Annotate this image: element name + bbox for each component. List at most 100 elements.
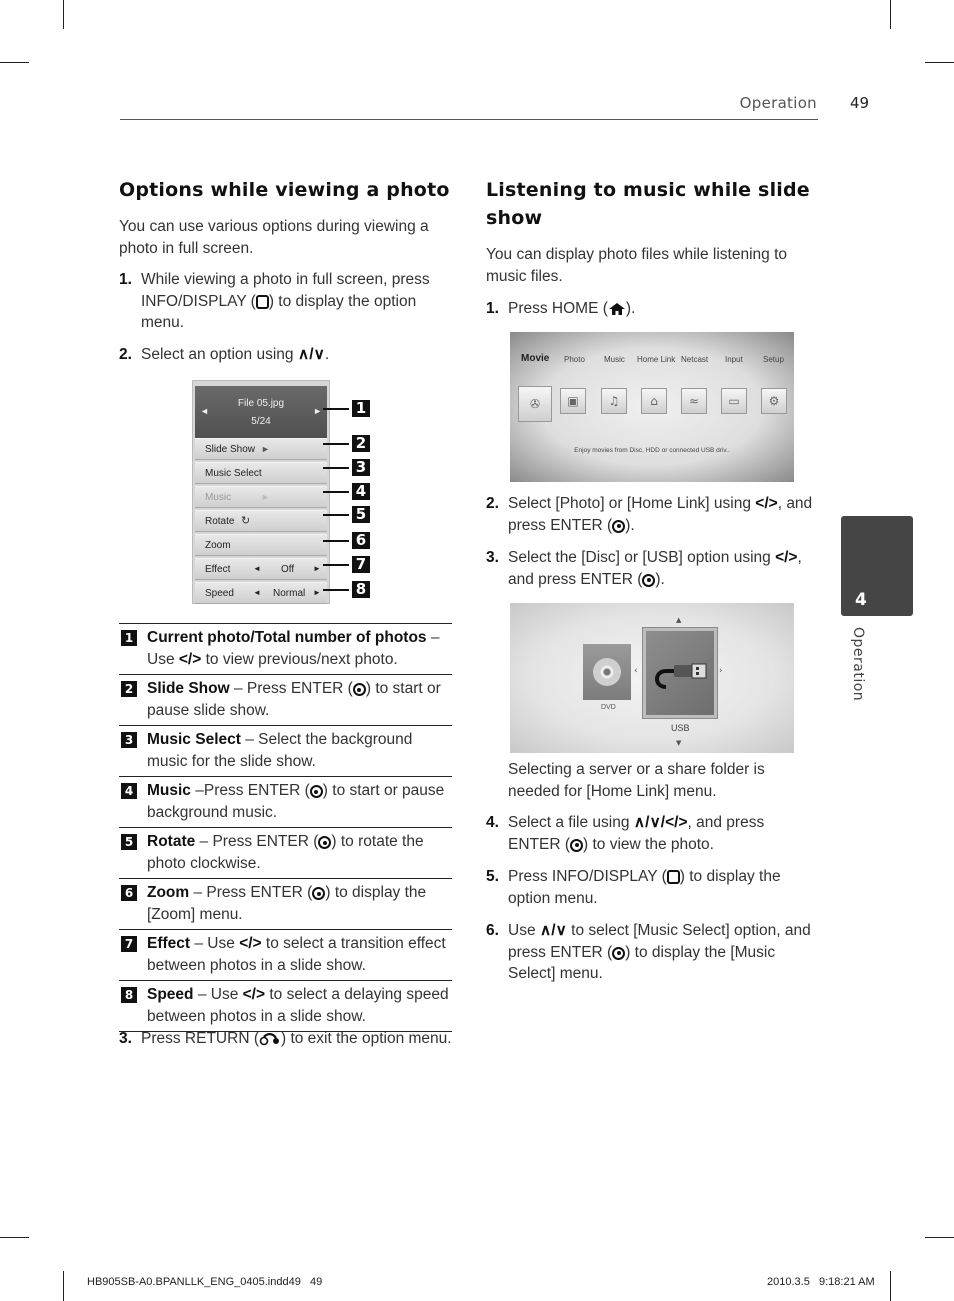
enter-icon xyxy=(312,887,326,900)
increase-arrow-icon[interactable]: ► xyxy=(313,588,321,597)
menu-row-rotate[interactable]: Rotate ↻ xyxy=(195,510,327,532)
crop-mark xyxy=(925,1237,954,1238)
step-6-right: 6. Use ∧/∨ to select [Music Select] opti… xyxy=(486,920,821,985)
legend-term: Current photo/Total number of photos xyxy=(147,629,427,646)
callout-line xyxy=(323,467,349,469)
home-menu-item-setup[interactable]: Setup xyxy=(763,355,784,364)
music-note-icon[interactable]: ♫ xyxy=(601,388,627,414)
callout-6: 6 xyxy=(352,532,370,549)
legend-number: 6 xyxy=(121,885,137,901)
photo-option-menu: ◄ File 05.jpg 5/24 ► Slide Show ► Music … xyxy=(192,380,330,604)
step-5-right: 5. Press INFO/DISPLAY () to display the … xyxy=(486,866,821,909)
chapter-tab-label: Operation xyxy=(848,627,868,717)
step-number: 3. xyxy=(486,549,499,566)
legend-number: 8 xyxy=(121,987,137,1003)
legend-row: 3 Music Select – Select the background m… xyxy=(119,725,452,776)
legend-row: 6 Zoom – Press ENTER () to display the [… xyxy=(119,878,452,929)
legend-desc: to view previous/next photo. xyxy=(201,650,398,668)
decrease-arrow-icon[interactable]: ◄ xyxy=(253,564,261,573)
info-display-icon xyxy=(666,870,680,884)
running-header-section: Operation xyxy=(739,94,817,112)
home-menu-item-home-link[interactable]: Home Link xyxy=(637,355,675,364)
step-text: Select [Photo] or [Home Link] using xyxy=(508,495,756,512)
left-right-arrows-icon: </> xyxy=(775,549,798,566)
menu-row-effect[interactable]: Effect ◄ Off ► xyxy=(195,558,327,580)
print-timestamp: 2010.3.5 9:18:21 AM xyxy=(767,1276,875,1288)
increase-arrow-icon[interactable]: ► xyxy=(313,564,321,573)
section-title-music-slideshow: Listening to music while slide show xyxy=(486,179,810,229)
menu-row-music-select[interactable]: Music Select xyxy=(195,462,327,484)
menu-row-label: Music Select xyxy=(205,468,262,479)
home-menu-item-music[interactable]: Music xyxy=(604,355,625,364)
crop-mark xyxy=(925,62,954,63)
menu-row-label: Slide Show xyxy=(205,444,256,455)
device-usb-selected[interactable] xyxy=(642,627,718,719)
step-text: ) to view the photo. xyxy=(583,835,714,853)
photo-info-header: ◄ File 05.jpg 5/24 ► xyxy=(195,386,327,438)
step-2-right: 2. Select [Photo] or [Home Link] using <… xyxy=(486,493,821,536)
step-text: Select a file using xyxy=(508,814,634,831)
callout-5: 5 xyxy=(352,506,370,523)
home-menu-item-photo[interactable]: Photo xyxy=(564,355,585,364)
home-link-icon[interactable]: ⌂ xyxy=(641,388,667,414)
home-menu-item-movie[interactable]: Movie xyxy=(521,353,549,364)
callout-line xyxy=(323,514,349,516)
intro-options: You can use various options during viewi… xyxy=(119,218,429,257)
crop-mark xyxy=(890,0,891,29)
callout-line xyxy=(323,564,349,566)
photo-icon[interactable]: ▣ xyxy=(560,388,586,414)
home-menu-screenshot: Movie Photo Music Home Link Netcast Inpu… xyxy=(510,332,794,482)
step-text: ). xyxy=(655,570,665,588)
step-number: 3. xyxy=(119,1030,132,1047)
enter-icon xyxy=(642,573,656,587)
menu-row-music[interactable]: Music ► xyxy=(195,486,327,508)
chapter-number: 4 xyxy=(855,590,867,610)
legend-row: 4 Music –Press ENTER () to start or paus… xyxy=(119,776,452,827)
home-menu-item-input[interactable]: Input xyxy=(725,355,743,364)
menu-row-zoom[interactable]: Zoom xyxy=(195,534,327,556)
left-right-arrows-icon: </> xyxy=(242,986,266,1003)
down-arrow-icon[interactable]: ▼ xyxy=(676,739,681,747)
netcast-icon[interactable]: ≈ xyxy=(681,388,707,414)
step-1-right: 1. Press HOME (). xyxy=(486,298,816,320)
legend-term: Effect xyxy=(147,935,191,952)
step-text: ). xyxy=(625,300,636,317)
legend-term: Speed xyxy=(147,986,194,1003)
legend-desc: –Press ENTER ( xyxy=(190,782,310,799)
info-display-icon xyxy=(255,294,269,309)
step-number: 5. xyxy=(486,868,499,885)
right-arrow-icon[interactable]: › xyxy=(719,666,723,676)
callout-3: 3 xyxy=(352,459,370,476)
left-right-arrows-icon: </> xyxy=(755,495,778,512)
photo-position: 5/24 xyxy=(251,416,271,427)
menu-row-speed[interactable]: Speed ◄ Normal ► xyxy=(195,582,327,604)
legend-term: Zoom xyxy=(147,884,190,901)
print-file-slug: HB905SB-A0.BPANLLK_ENG_0405.indd49 49 xyxy=(87,1276,323,1288)
device-dvd[interactable] xyxy=(583,644,631,700)
play-icon: ► xyxy=(261,492,270,502)
home-menu-item-netcast[interactable]: Netcast xyxy=(681,355,708,364)
legend-desc: – Press ENTER ( xyxy=(195,833,319,850)
legend-term: Slide Show xyxy=(147,680,230,697)
legend-term: Music xyxy=(147,782,191,799)
step-2: 2. Select an option using ∧/∨. xyxy=(119,344,454,366)
enter-icon xyxy=(318,836,332,849)
menu-row-slide-show[interactable]: Slide Show ► xyxy=(195,438,327,460)
input-icon[interactable]: ▭ xyxy=(721,388,747,414)
up-arrow-icon[interactable]: ▲ xyxy=(676,616,681,624)
left-arrow-icon[interactable]: ‹ xyxy=(634,666,638,676)
callout-line xyxy=(323,589,349,591)
legend-term: Rotate xyxy=(147,833,196,850)
callout-4: 4 xyxy=(352,483,370,500)
setup-gear-icon[interactable]: ⚙ xyxy=(761,388,787,414)
enter-icon xyxy=(612,946,626,960)
crop-mark xyxy=(890,1271,891,1301)
legend-number: 1 xyxy=(121,630,137,646)
decrease-arrow-icon[interactable]: ◄ xyxy=(253,588,261,597)
step-text: Press HOME ( xyxy=(508,300,608,317)
menu-row-label: Music xyxy=(205,492,232,503)
movie-reel-icon[interactable]: ✇ xyxy=(518,386,552,422)
legend-row: 2 Slide Show – Press ENTER () to start o… xyxy=(119,674,452,725)
callout-line xyxy=(323,491,349,493)
menu-row-label: Effect xyxy=(205,564,231,575)
